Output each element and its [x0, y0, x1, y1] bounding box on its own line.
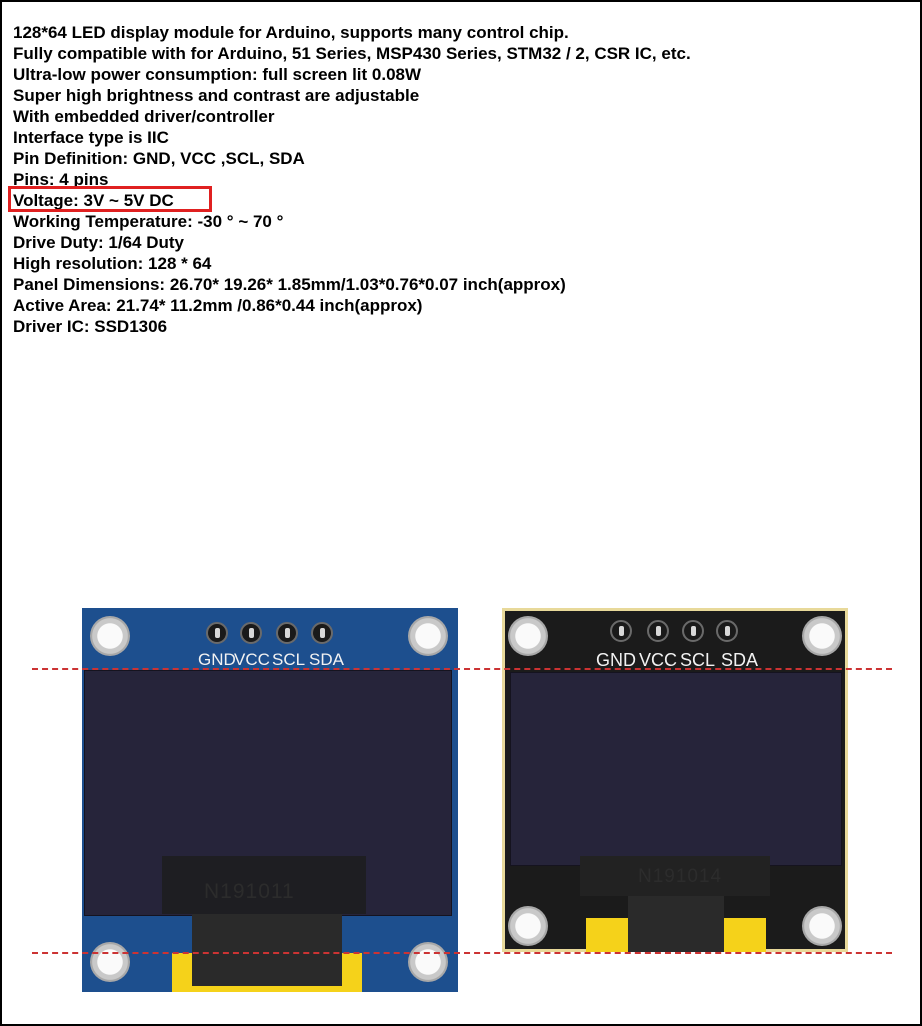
- spec-list: 128*64 LED display module for Arduino, s…: [13, 22, 691, 337]
- spec-line: Drive Duty: 1/64 Duty: [13, 233, 184, 252]
- voltage-highlight-box: [8, 186, 212, 212]
- spec-line: Panel Dimensions: 26.70* 19.26* 1.85mm/1…: [13, 275, 566, 294]
- mounting-hole: [408, 616, 448, 656]
- header-pin: [311, 622, 333, 644]
- oled-screen: [510, 672, 842, 866]
- chip-marking: N191014: [638, 866, 723, 887]
- pin-label-sda: SDA: [309, 650, 344, 669]
- mounting-hole: [90, 942, 130, 982]
- mounting-hole: [802, 616, 842, 656]
- oled-module-blue: GND VCC SCL SDA N191011: [82, 608, 458, 992]
- header-pin: [610, 620, 632, 642]
- header-pin: [206, 622, 228, 644]
- header-pin: [647, 620, 669, 642]
- spec-line: Interface type is IIC: [13, 128, 169, 147]
- mounting-hole: [508, 906, 548, 946]
- header-pin: [240, 622, 262, 644]
- pin-label-vcc: VCC: [234, 650, 270, 669]
- spec-line: Fully compatible with for Arduino, 51 Se…: [13, 44, 691, 63]
- mounting-hole: [508, 616, 548, 656]
- guide-line-bottom: [32, 952, 892, 954]
- flex-cable: [628, 896, 724, 952]
- pin-label-gnd: GND: [198, 650, 236, 669]
- guide-line-top: [32, 668, 892, 670]
- pin-label-scl: SCL: [272, 650, 306, 669]
- spec-line: 128*64 LED display module for Arduino, s…: [13, 23, 569, 42]
- header-pin: [276, 622, 298, 644]
- spec-line: High resolution: 128 * 64: [13, 254, 212, 273]
- mounting-hole: [802, 906, 842, 946]
- product-description-image: 128*64 LED display module for Arduino, s…: [0, 0, 922, 1026]
- chip-marking: N191011: [204, 880, 295, 903]
- spec-line: Pin Definition: GND, VCC ,SCL, SDA: [13, 149, 305, 168]
- mounting-hole: [408, 942, 448, 982]
- spec-line: Active Area: 21.74* 11.2mm /0.86*0.44 in…: [13, 296, 423, 315]
- flex-cable: [192, 914, 342, 986]
- spec-line: Driver IC: SSD1306: [13, 317, 168, 336]
- mounting-hole: [90, 616, 130, 656]
- header-pin: [716, 620, 738, 642]
- spec-line: With embedded driver/controller: [13, 107, 275, 126]
- spec-line: Super high brightness and contrast are a…: [13, 86, 420, 105]
- oled-module-black: GND VCC SCL SDA N191014: [502, 608, 848, 952]
- spec-line: Ultra-low power consumption: full screen…: [13, 65, 422, 84]
- spec-line: Working Temperature: -30 ° ~ 70 °: [13, 212, 284, 231]
- header-pin: [682, 620, 704, 642]
